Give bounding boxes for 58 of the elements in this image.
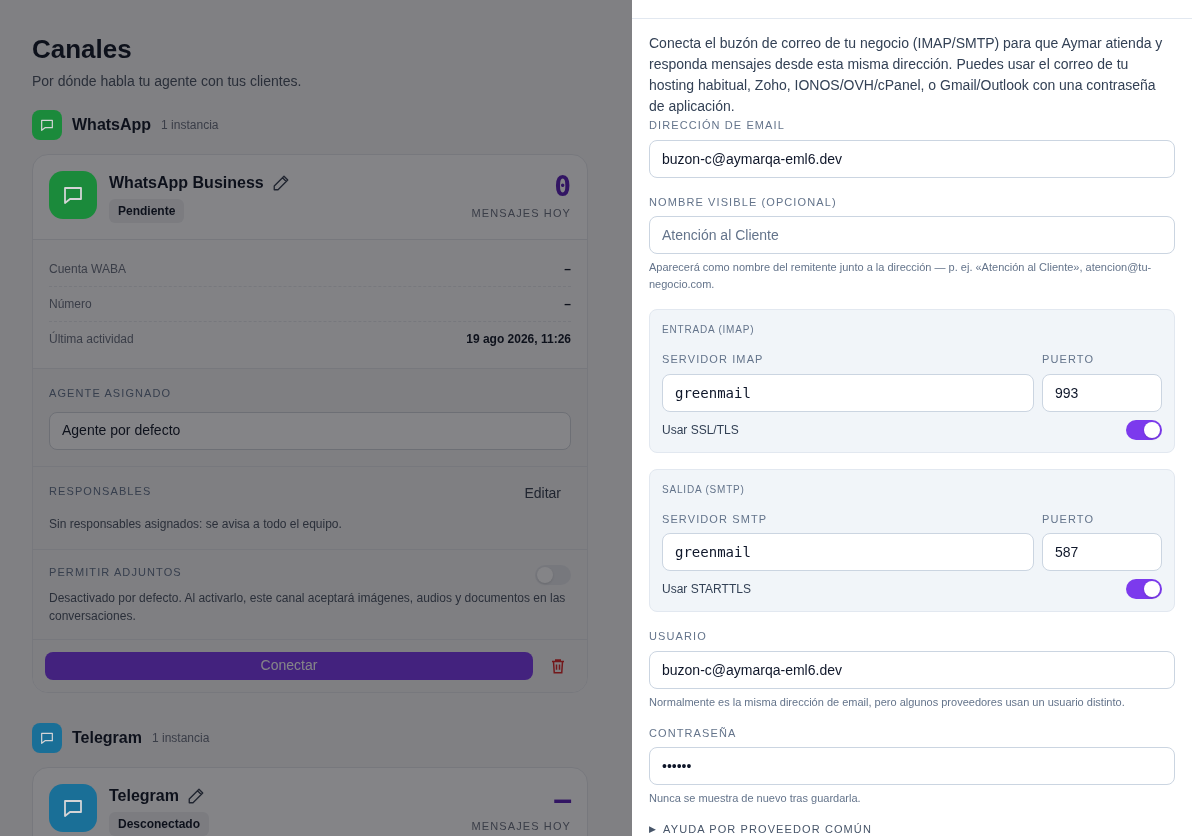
section-label: AGENTE ASIGNADO [49, 386, 173, 401]
detail-value: – [564, 296, 571, 313]
detail-label: Número [49, 296, 92, 313]
channel-name: Telegram [72, 727, 142, 748]
intro-text: Conecta el buzón de correo de tu negocio (IMAP/SMTP) para que Aymar atienda y responda mensajes desde esta misma dirección. Puedes usar el correo de tu hosting habitual, Zoho, IONOS/OVH/cPanel, o Gmail/Outlook con una contraseña de aplicación. [649, 34, 1164, 116]
toggle-label: Usar SSL/TLS [662, 421, 739, 439]
field-hint: Nunca se muestra de nuevo tras guardarla. [649, 791, 862, 806]
field-label: PUERTO [1042, 511, 1096, 527]
owners-text: Sin responsables asignados: se avisa a todo el equipo. [49, 516, 343, 533]
status-badge: Desconectado [109, 811, 210, 836]
panel-title: SALIDA (SMTP) [662, 482, 746, 497]
text-field[interactable]: •••••• [649, 747, 1175, 785]
metric-label: MENSAJES HOY [471, 818, 571, 834]
edit-button[interactable]: Editar [524, 483, 561, 505]
field-label: SERVIDOR SMTP [662, 511, 769, 527]
text-field[interactable]: 587 [1042, 533, 1162, 571]
text-field[interactable]: greenmail [662, 373, 1034, 412]
toggle-switch[interactable] [1126, 419, 1162, 440]
field-hint: Aparecerá como nombre del remitente junto a la dirección — p. ej. «Atención al Cliente», atencion@tu-negocio.com. [649, 260, 1153, 292]
text-field[interactable]: buzon-c@aymarqa-eml6.dev [649, 650, 1175, 689]
instance-count: 1 instancia [151, 729, 210, 747]
field-label: USUARIO [649, 629, 708, 644]
status-badge: Pendiente [109, 199, 185, 223]
detail-label: Cuenta WABA [49, 261, 126, 278]
toggle-switch[interactable] [1126, 579, 1162, 599]
field-label: NOMBRE VISIBLE (OPCIONAL) [649, 194, 838, 210]
metric-value: — [554, 783, 571, 816]
text-field[interactable]: Atención al Cliente [649, 216, 1175, 254]
agent-select[interactable]: Agente por defecto [49, 411, 571, 450]
detail-label: Última actividad [49, 330, 134, 348]
detail-value: – [564, 261, 571, 278]
card-title: Telegram [109, 785, 179, 806]
text-field[interactable]: 993 [1042, 373, 1162, 412]
field-label: CONTRASEÑA [649, 725, 738, 741]
field-label: SERVIDOR IMAP [662, 352, 765, 367]
pencil-icon[interactable] [271, 174, 290, 192]
field-hint: Normalmente es la misma dirección de email, pero algunos proveedores usan un usuario distinto. [649, 694, 1126, 710]
page-subtitle: Por dónde habla tu agente con tus clientes. [32, 72, 303, 91]
text-field[interactable]: buzon-c@aymarqa-eml6.dev [649, 139, 1175, 178]
field-label: PUERTO [1042, 352, 1096, 367]
pencil-icon[interactable] [186, 786, 205, 805]
instance-count: 1 instancia [161, 117, 219, 134]
page-title: Canales [32, 33, 133, 66]
card-title: WhatsApp Business [109, 173, 264, 193]
panel-title: ENTRADA (IMAP) [662, 323, 756, 337]
section-label: RESPONSABLES [49, 483, 152, 499]
attach-text: Desactivado por defecto. Al activarlo, este canal aceptará imágenes, audios y documentos en las conversaciones. [49, 589, 567, 625]
field-label: DIRECCIÓN DE EMAIL [649, 118, 786, 133]
detail-value: 19 ago 2026, 11:26 [466, 331, 571, 348]
help-disclosure[interactable]: ▶ AYUDA POR PROVEEDOR COMÚN [649, 821, 1175, 836]
metric-value: 0 [554, 171, 571, 203]
text-field[interactable]: greenmail [662, 533, 1034, 571]
trash-icon[interactable] [549, 656, 567, 675]
channel-name: WhatsApp [72, 115, 152, 135]
toggle-label: Usar STARTTLS [662, 581, 751, 598]
chat-icon [39, 117, 55, 133]
metric-label: MENSAJES HOY [471, 206, 571, 221]
section-label: PERMITIR ADJUNTOS [49, 565, 182, 580]
